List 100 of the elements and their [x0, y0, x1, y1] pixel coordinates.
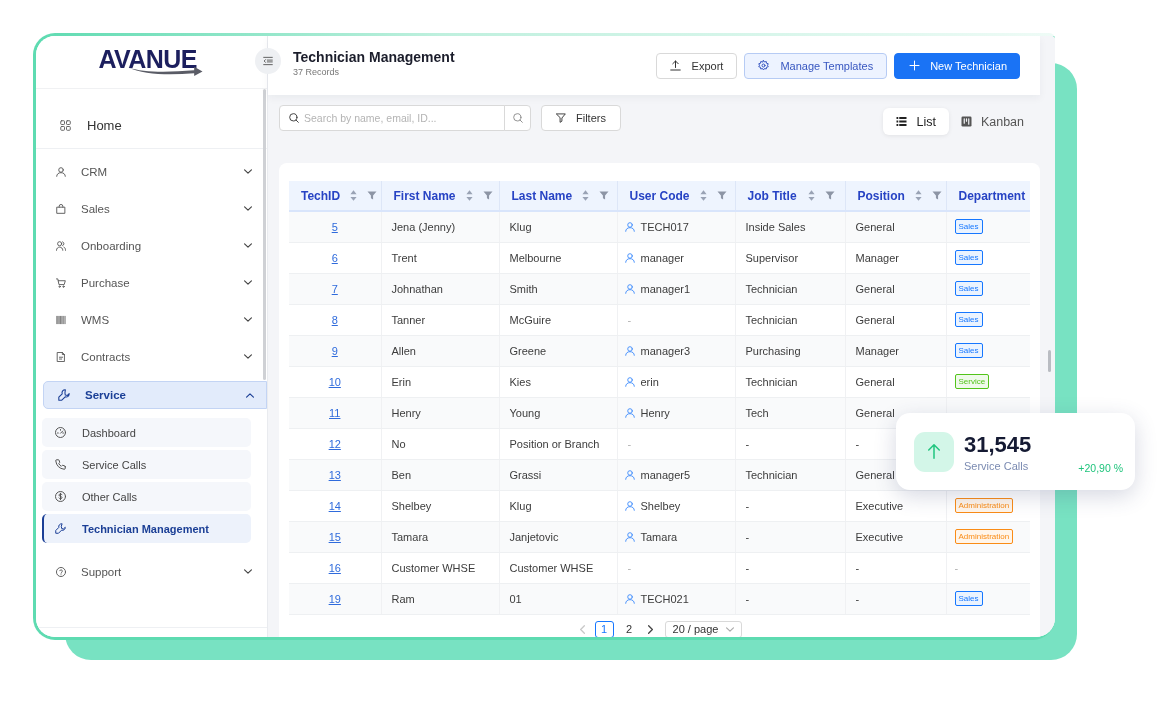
stat-value: 31,545 — [964, 431, 1032, 458]
stat-label: Service Calls — [964, 459, 1030, 472]
person-icon — [624, 500, 635, 511]
table-cell: - — [735, 490, 845, 521]
export-button[interactable]: Export — [655, 52, 738, 79]
chevron-left-icon — [580, 624, 586, 634]
column-header[interactable]: Job Title — [747, 188, 798, 203]
tech-id-link[interactable]: 16 — [328, 561, 341, 574]
sidebar-subitem[interactable]: Service Calls — [42, 450, 251, 479]
sidebar-subitem[interactable]: Technician Management — [42, 514, 251, 543]
people-icon — [56, 240, 66, 251]
table-cell: Johnathan — [381, 273, 499, 304]
table-cell: Tech — [735, 397, 845, 428]
tech-id-link[interactable]: 14 — [328, 499, 341, 512]
table-cell: - — [845, 583, 946, 614]
table-cell: Greene — [499, 335, 617, 366]
person-icon — [624, 593, 635, 604]
chevron-down-icon — [726, 626, 735, 632]
person-icon — [624, 283, 635, 294]
search-button[interactable] — [504, 105, 531, 131]
user-code: Tamara — [640, 530, 678, 543]
page-button[interactable]: 1 — [594, 620, 614, 637]
tech-id-link[interactable]: 5 — [331, 220, 338, 233]
user-code: TECH021 — [640, 592, 689, 605]
tech-id-link[interactable]: 19 — [328, 592, 341, 605]
table-cell: - — [735, 521, 845, 552]
table-cell: Henry — [381, 397, 499, 428]
table-cell: General — [845, 273, 946, 304]
record-count: 37 Records — [293, 67, 341, 77]
manage-templates-button[interactable]: Manage Templates — [744, 52, 888, 79]
wrench-icon — [55, 523, 66, 534]
page-scrollbar[interactable] — [1048, 350, 1051, 372]
table-cell: Inside Sales — [735, 211, 845, 242]
logo-wordmark: AVANUE — [98, 46, 197, 71]
table-cell: Melbourne — [499, 242, 617, 273]
department-tag: Service — [954, 374, 990, 389]
bag-icon — [56, 203, 66, 214]
table-cell: Technician — [735, 304, 845, 335]
table-cell: Grassi — [499, 459, 617, 490]
column-header[interactable]: TechID — [301, 188, 341, 203]
tech-id-link[interactable]: 9 — [331, 344, 338, 357]
tech-id-link[interactable]: 7 — [331, 282, 338, 295]
plus-icon — [909, 60, 921, 71]
tech-id-link[interactable]: 15 — [328, 530, 341, 543]
table-cell: 01 — [499, 583, 617, 614]
table-cell: Shelbey — [381, 490, 499, 521]
tech-id-link[interactable]: 13 — [328, 468, 341, 481]
list-icon — [896, 116, 908, 127]
column-header[interactable]: Department — [958, 188, 1026, 203]
user-code: Henry — [640, 406, 670, 419]
sidebar-subitem[interactable]: Dashboard — [42, 418, 251, 447]
wrench-icon — [58, 389, 70, 401]
tech-id-link[interactable]: 12 — [328, 437, 341, 450]
table-cell: Tanner — [381, 304, 499, 335]
user-code: manager5 — [640, 468, 691, 481]
table-cell: - — [617, 552, 735, 583]
view-tab[interactable]: List — [883, 108, 949, 135]
help-icon — [56, 566, 66, 577]
table-cell: Jena (Jenny) — [381, 211, 499, 242]
table-cell: Executive — [845, 521, 946, 552]
search-icon — [289, 113, 299, 123]
table-cell: General — [845, 211, 946, 242]
tech-id-link[interactable]: 11 — [329, 406, 341, 419]
page-size-select[interactable]: 20 / page — [664, 620, 743, 637]
table-cell: Customer WHSE — [499, 552, 617, 583]
dollar-icon — [55, 491, 66, 502]
kanban-icon — [960, 116, 972, 127]
tech-id-link[interactable]: 6 — [331, 251, 338, 264]
search-icon — [512, 113, 523, 123]
column-header[interactable]: User Code — [629, 188, 690, 203]
tech-id-link[interactable]: 8 — [331, 313, 338, 326]
user-code: Shelbey — [640, 499, 681, 512]
new-technician-button[interactable]: New Technician — [894, 52, 1020, 79]
sidebar-group[interactable]: Support — [36, 553, 267, 590]
table-cell: Trent — [381, 242, 499, 273]
table-cell: General — [845, 366, 946, 397]
tech-id-link[interactable]: 10 — [328, 375, 341, 388]
view-tab[interactable]: Kanban — [954, 108, 1030, 135]
menu-icon — [263, 56, 273, 66]
table-cell: Tamara — [381, 521, 499, 552]
settings-icon — [758, 60, 770, 71]
page-button[interactable]: 2 — [619, 620, 639, 637]
department-tag: Sales — [954, 250, 983, 265]
table-cell: - — [617, 304, 735, 335]
column-header[interactable]: First Name — [393, 188, 456, 203]
table-cell: General — [845, 304, 946, 335]
column-header[interactable]: Last Name — [511, 188, 573, 203]
table-cell: Ben — [381, 459, 499, 490]
table-cell: Position or Branch — [499, 428, 617, 459]
search-field[interactable]: Search by name, email, ID... — [279, 105, 505, 131]
department-tag: Administration — [954, 498, 1014, 513]
filters-button[interactable]: Filters — [541, 105, 621, 131]
column-header[interactable]: Position — [857, 188, 905, 203]
sidebar-group[interactable]: Service — [43, 381, 267, 409]
gauge-icon — [55, 427, 66, 438]
table-cell: Manager — [845, 335, 946, 366]
table-cell: McGuire — [499, 304, 617, 335]
table-cell: Young — [499, 397, 617, 428]
table-cell: - — [735, 583, 845, 614]
sidebar-subitem[interactable]: Other Calls — [42, 482, 251, 511]
